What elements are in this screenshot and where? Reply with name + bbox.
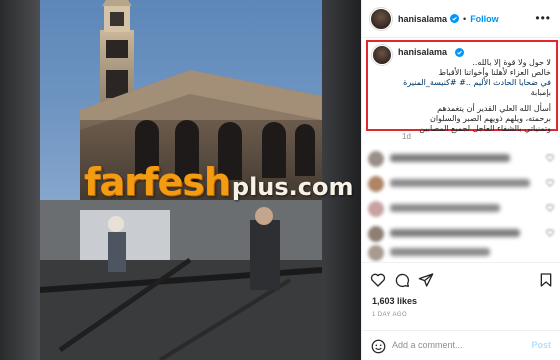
- comment-avatar: [368, 151, 384, 167]
- blurred-comment: [368, 244, 558, 262]
- caption-line: لا حول ولا قوة إلا بالله..: [472, 58, 551, 67]
- follow-button[interactable]: Follow: [470, 14, 499, 24]
- caption-hashtag-line[interactable]: في ضحايا الحادث الأليم ..# #كنيسة_المنير…: [401, 78, 551, 88]
- post-date: 1 DAY AGO: [372, 312, 408, 318]
- comment-avatar: [368, 245, 384, 261]
- more-options-icon[interactable]: •••: [535, 11, 551, 25]
- post-header: hanisalama • Follow •••: [362, 0, 560, 38]
- blurred-comment: [368, 175, 558, 193]
- caption-line: برحمته، ويلهم ذويهم الصبر والسلوان: [429, 114, 551, 123]
- heart-icon: [546, 204, 554, 212]
- heart-icon: [546, 154, 554, 162]
- caption-highlight-box: hanisalama لا حول ولا قوة إلا بالله.. خا…: [366, 40, 558, 134]
- heart-icon: [546, 229, 554, 237]
- comment-avatar: [368, 176, 384, 192]
- comment-avatar: [368, 226, 384, 242]
- caption-avatar[interactable]: [372, 45, 392, 65]
- burned-interior-scene: [40, 200, 322, 360]
- watermark-main-text: farfesh: [84, 160, 231, 204]
- bookmark-icon[interactable]: [538, 272, 554, 288]
- send-icon[interactable]: [418, 272, 434, 288]
- post-side-panel: hanisalama • Follow ••• hanisalama لا حو…: [361, 0, 560, 360]
- post-comment-button[interactable]: Post: [531, 340, 551, 350]
- caption-line: بإمبابة: [530, 88, 551, 97]
- header-username[interactable]: hanisalama: [398, 14, 447, 24]
- post-action-bar: [362, 262, 560, 296]
- comment-text: [390, 179, 530, 187]
- photo-frame-left: [0, 0, 40, 360]
- separator-dot: •: [463, 13, 467, 24]
- blurred-comment: [368, 225, 558, 243]
- post-photo[interactable]: farfesh plus.com: [0, 0, 361, 360]
- comment-text: [390, 229, 520, 237]
- verified-badge-icon: [450, 14, 460, 23]
- caption-line: أسأل الله العلي القدير أن يتغمدهم: [437, 104, 551, 113]
- heart-icon: [546, 179, 554, 187]
- blurred-comment: [368, 150, 558, 168]
- comment-text: [390, 154, 510, 162]
- caption-line: خالص العزاء لأهلنا وأخواتنا الأقباط: [438, 68, 551, 77]
- verified-badge-icon: [455, 48, 464, 57]
- blurred-comment: [368, 200, 558, 218]
- emoji-icon[interactable]: [371, 339, 386, 354]
- caption-text: لا حول ولا قوة إلا بالله.. خالص العزاء ل…: [401, 58, 551, 134]
- comment-avatar: [368, 201, 384, 217]
- avatar[interactable]: [370, 7, 392, 30]
- farfesh-watermark: farfesh plus.com: [84, 160, 354, 204]
- likes-count[interactable]: 1,603 likes: [372, 296, 417, 306]
- caption-line: وتمنياتي بالشفاء العاجل لجميع المصابين: [419, 124, 551, 133]
- comment-input[interactable]: [392, 340, 522, 350]
- comment-icon[interactable]: [394, 272, 410, 288]
- watermark-sub-text: plus.com: [231, 173, 354, 201]
- add-comment-bar: Post: [362, 330, 560, 360]
- comment-text: [390, 248, 490, 256]
- heart-icon[interactable]: [370, 272, 386, 288]
- comment-text: [390, 204, 500, 212]
- caption-username[interactable]: hanisalama: [398, 47, 447, 57]
- caption-time-ago: 1d: [402, 132, 411, 141]
